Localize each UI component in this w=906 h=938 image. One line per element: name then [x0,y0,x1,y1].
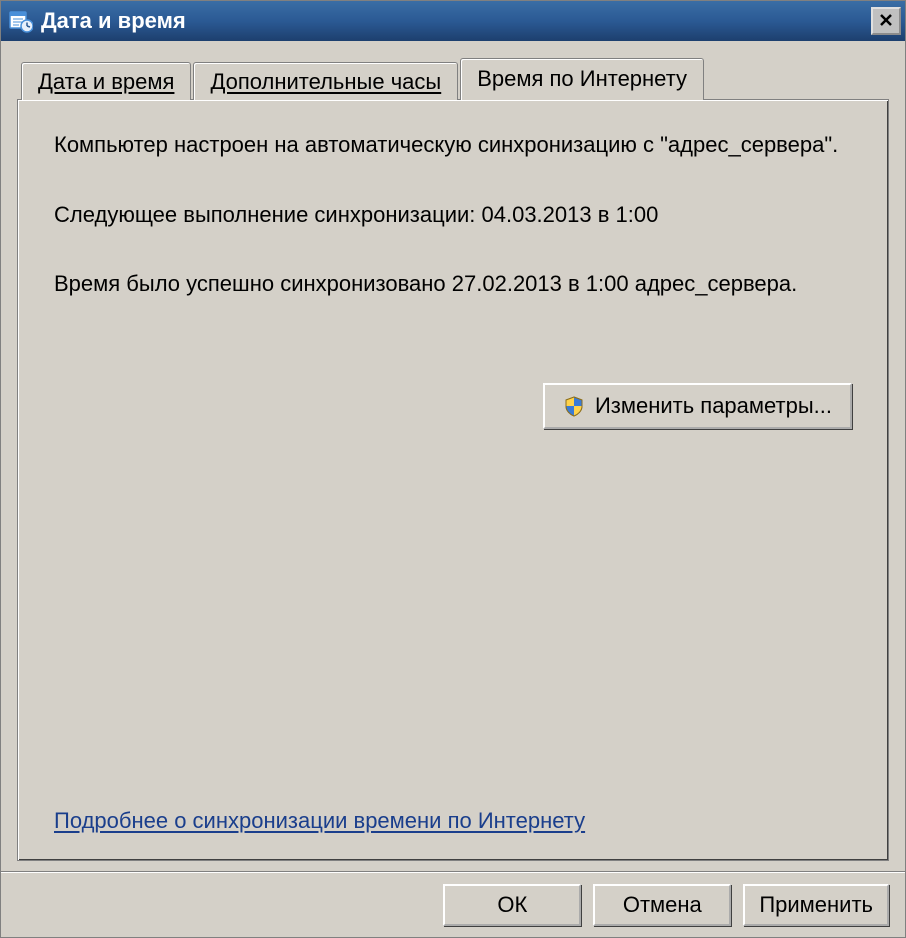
tabs-area: Дата и время Дополнительные часы Время п… [1,41,905,871]
calendar-clock-icon [9,9,33,33]
tab-date-time[interactable]: Дата и время [21,62,191,100]
ok-label: ОК [497,892,527,918]
cancel-label: Отмена [623,892,702,918]
close-button[interactable] [871,7,901,35]
ok-button[interactable]: ОК [443,884,581,926]
spacer [54,429,852,808]
date-time-dialog: Дата и время Дата и время Дополнительные… [0,0,906,938]
tab-label: Дополнительные часы [210,69,441,95]
window-title: Дата и время [41,8,871,34]
title-bar[interactable]: Дата и время [1,1,905,41]
tab-panel-internet-time: Компьютер настроен на автоматическую син… [17,99,889,861]
tab-additional-clocks[interactable]: Дополнительные часы [193,62,458,100]
tab-label: Дата и время [38,69,174,95]
sync-configured-text: Компьютер настроен на автоматическую син… [54,130,852,160]
tab-internet-time[interactable]: Время по Интернету [460,58,704,100]
close-icon [879,12,893,30]
tab-label: Время по Интернету [477,66,687,92]
client-area: Дата и время Дополнительные часы Время п… [1,41,905,937]
change-settings-button[interactable]: Изменить параметры... [543,383,852,429]
cancel-button[interactable]: Отмена [593,884,731,926]
apply-button[interactable]: Применить [743,884,889,926]
dialog-button-row: ОК Отмена Применить [1,871,905,937]
shield-icon [563,395,585,417]
change-settings-label: Изменить параметры... [595,393,832,419]
apply-label: Применить [759,892,873,918]
more-info-link[interactable]: Подробнее о синхронизации времени по Инт… [54,808,585,834]
tab-strip: Дата и время Дополнительные часы Время п… [17,57,889,99]
change-settings-row: Изменить параметры... [54,383,852,429]
next-sync-text: Следующее выполнение синхронизации: 04.0… [54,200,852,230]
last-sync-text: Время было успешно синхронизовано 27.02.… [54,269,852,299]
